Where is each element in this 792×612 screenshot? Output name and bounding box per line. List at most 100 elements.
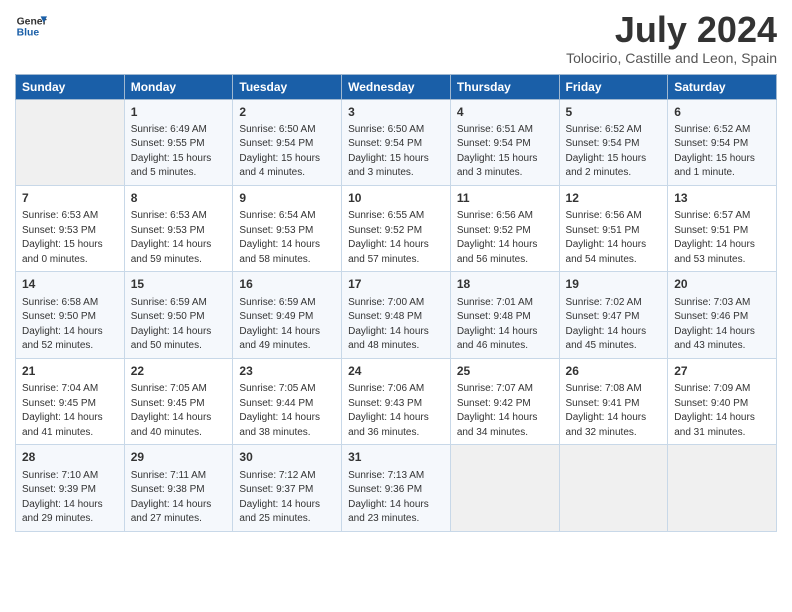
calendar-cell: 20Sunrise: 7:03 AMSunset: 9:46 PMDayligh… bbox=[668, 272, 777, 358]
calendar-week-1: 1 Sunrise: 6:49 AMSunset: 9:55 PMDaylight… bbox=[16, 99, 777, 185]
calendar-cell: 26 Sunrise: 7:08 AMSunset: 9:41 PMDayligh… bbox=[559, 358, 668, 444]
day-info: Sunrise: 6:53 AMSunset: 9:53 PMDaylight:… bbox=[131, 209, 227, 267]
day-info: Sunrise: 6:56 AMSunset: 9:51 PMDaylight:… bbox=[566, 209, 662, 267]
day-header-tuesday: Tuesday bbox=[233, 74, 342, 99]
day-number: 9 bbox=[239, 190, 335, 207]
day-header-thursday: Thursday bbox=[450, 74, 559, 99]
day-info: Sunrise: 6:54 AMSunset: 9:53 PMDaylight:… bbox=[239, 209, 335, 267]
calendar-cell: 14 Sunrise: 6:58 AMSunset: 9:50 PMDayligh… bbox=[16, 272, 125, 358]
calendar-cell: 5 Sunrise: 6:52 AMSunset: 9:54 PMDaylight… bbox=[559, 99, 668, 185]
calendar-cell: 24 Sunrise: 7:06 AMSunset: 9:43 PMDayligh… bbox=[342, 358, 451, 444]
day-number: 19 bbox=[566, 276, 662, 293]
calendar-cell: 28Sunrise: 7:10 AMSunset: 9:39 PMDayligh… bbox=[16, 445, 125, 531]
calendar-cell: 8Sunrise: 6:53 AMSunset: 9:53 PMDaylight… bbox=[124, 185, 233, 271]
calendar-week-3: 14 Sunrise: 6:58 AMSunset: 9:50 PMDayligh… bbox=[16, 272, 777, 358]
day-info: Sunrise: 7:00 AMSunset: 9:48 PMDaylight:… bbox=[348, 296, 444, 354]
day-number: 16 bbox=[239, 276, 335, 293]
day-number: 18 bbox=[457, 276, 553, 293]
calendar-table: SundayMondayTuesdayWednesdayThursdayFrid… bbox=[15, 74, 777, 532]
calendar-cell: 11 Sunrise: 6:56 AMSunset: 9:52 PMDayligh… bbox=[450, 185, 559, 271]
day-info: Sunrise: 6:56 AMSunset: 9:52 PMDaylight:… bbox=[457, 209, 553, 267]
calendar-cell: 17 Sunrise: 7:00 AMSunset: 9:48 PMDayligh… bbox=[342, 272, 451, 358]
calendar-cell: 22 Sunrise: 7:05 AMSunset: 9:45 PMDayligh… bbox=[124, 358, 233, 444]
day-header-friday: Friday bbox=[559, 74, 668, 99]
day-number: 14 bbox=[22, 276, 118, 293]
calendar-cell bbox=[450, 445, 559, 531]
calendar-cell: 16 Sunrise: 6:59 AMSunset: 9:49 PMDayligh… bbox=[233, 272, 342, 358]
day-info: Sunrise: 6:50 AMSunset: 9:54 PMDaylight:… bbox=[348, 123, 444, 181]
day-number: 21 bbox=[22, 363, 118, 380]
logo-icon: General Blue bbox=[15, 10, 47, 42]
calendar-cell: 15 Sunrise: 6:59 AMSunset: 9:50 PMDayligh… bbox=[124, 272, 233, 358]
day-number: 15 bbox=[131, 276, 227, 293]
calendar-cell: 29 Sunrise: 7:11 AMSunset: 9:38 PMDayligh… bbox=[124, 445, 233, 531]
day-number: 27 bbox=[674, 363, 770, 380]
day-info: Sunrise: 6:49 AMSunset: 9:55 PMDaylight:… bbox=[131, 123, 227, 181]
day-info: Sunrise: 6:59 AMSunset: 9:49 PMDaylight:… bbox=[239, 296, 335, 354]
day-number: 2 bbox=[239, 104, 335, 121]
day-number: 11 bbox=[457, 190, 553, 207]
day-number: 12 bbox=[566, 190, 662, 207]
calendar-cell: 23 Sunrise: 7:05 AMSunset: 9:44 PMDayligh… bbox=[233, 358, 342, 444]
calendar-cell: 9 Sunrise: 6:54 AMSunset: 9:53 PMDaylight… bbox=[233, 185, 342, 271]
day-info: Sunrise: 7:01 AMSunset: 9:48 PMDaylight:… bbox=[457, 296, 553, 354]
calendar-week-4: 21Sunrise: 7:04 AMSunset: 9:45 PMDayligh… bbox=[16, 358, 777, 444]
calendar-cell bbox=[559, 445, 668, 531]
day-info: Sunrise: 7:09 AMSunset: 9:40 PMDaylight:… bbox=[674, 382, 770, 440]
day-info: Sunrise: 7:05 AMSunset: 9:45 PMDaylight:… bbox=[131, 382, 227, 440]
day-number: 24 bbox=[348, 363, 444, 380]
day-info: Sunrise: 6:58 AMSunset: 9:50 PMDaylight:… bbox=[22, 296, 118, 354]
day-info: Sunrise: 7:06 AMSunset: 9:43 PMDaylight:… bbox=[348, 382, 444, 440]
calendar-cell bbox=[668, 445, 777, 531]
day-number: 23 bbox=[239, 363, 335, 380]
day-number: 10 bbox=[348, 190, 444, 207]
day-header-saturday: Saturday bbox=[668, 74, 777, 99]
calendar-cell: 13 Sunrise: 6:57 AMSunset: 9:51 PMDayligh… bbox=[668, 185, 777, 271]
day-number: 1 bbox=[131, 104, 227, 121]
calendar-header-row: SundayMondayTuesdayWednesdayThursdayFrid… bbox=[16, 74, 777, 99]
day-info: Sunrise: 7:12 AMSunset: 9:37 PMDaylight:… bbox=[239, 469, 335, 527]
day-info: Sunrise: 6:50 AMSunset: 9:54 PMDaylight:… bbox=[239, 123, 335, 181]
day-info: Sunrise: 7:05 AMSunset: 9:44 PMDaylight:… bbox=[239, 382, 335, 440]
day-header-wednesday: Wednesday bbox=[342, 74, 451, 99]
day-info: Sunrise: 7:02 AMSunset: 9:47 PMDaylight:… bbox=[566, 296, 662, 354]
day-info: Sunrise: 6:51 AMSunset: 9:54 PMDaylight:… bbox=[457, 123, 553, 181]
calendar-cell bbox=[16, 99, 125, 185]
calendar-cell: 3 Sunrise: 6:50 AMSunset: 9:54 PMDaylight… bbox=[342, 99, 451, 185]
calendar-cell: 4 Sunrise: 6:51 AMSunset: 9:54 PMDaylight… bbox=[450, 99, 559, 185]
page-header: General Blue July 2024 Tolocirio, Castil… bbox=[15, 10, 777, 66]
calendar-cell: 10Sunrise: 6:55 AMSunset: 9:52 PMDayligh… bbox=[342, 185, 451, 271]
day-info: Sunrise: 6:57 AMSunset: 9:51 PMDaylight:… bbox=[674, 209, 770, 267]
day-header-monday: Monday bbox=[124, 74, 233, 99]
svg-text:Blue: Blue bbox=[17, 28, 40, 39]
month-title: July 2024 bbox=[566, 10, 777, 50]
day-info: Sunrise: 6:59 AMSunset: 9:50 PMDaylight:… bbox=[131, 296, 227, 354]
calendar-cell: 30 Sunrise: 7:12 AMSunset: 9:37 PMDayligh… bbox=[233, 445, 342, 531]
calendar-cell: 6 Sunrise: 6:52 AMSunset: 9:54 PMDaylight… bbox=[668, 99, 777, 185]
day-info: Sunrise: 7:11 AMSunset: 9:38 PMDaylight:… bbox=[131, 469, 227, 527]
day-info: Sunrise: 6:53 AMSunset: 9:53 PMDaylight:… bbox=[22, 209, 118, 267]
day-number: 29 bbox=[131, 449, 227, 466]
calendar-cell: 25Sunrise: 7:07 AMSunset: 9:42 PMDayligh… bbox=[450, 358, 559, 444]
day-info: Sunrise: 7:08 AMSunset: 9:41 PMDaylight:… bbox=[566, 382, 662, 440]
calendar-week-2: 7 Sunrise: 6:53 AMSunset: 9:53 PMDaylight… bbox=[16, 185, 777, 271]
title-area: July 2024 Tolocirio, Castille and Leon, … bbox=[566, 10, 777, 66]
day-number: 6 bbox=[674, 104, 770, 121]
day-info: Sunrise: 7:13 AMSunset: 9:36 PMDaylight:… bbox=[348, 469, 444, 527]
day-header-sunday: Sunday bbox=[16, 74, 125, 99]
calendar-week-5: 28Sunrise: 7:10 AMSunset: 9:39 PMDayligh… bbox=[16, 445, 777, 531]
day-number: 13 bbox=[674, 190, 770, 207]
day-number: 22 bbox=[131, 363, 227, 380]
day-number: 7 bbox=[22, 190, 118, 207]
day-number: 17 bbox=[348, 276, 444, 293]
day-number: 3 bbox=[348, 104, 444, 121]
calendar-cell: 7 Sunrise: 6:53 AMSunset: 9:53 PMDaylight… bbox=[16, 185, 125, 271]
day-info: Sunrise: 6:52 AMSunset: 9:54 PMDaylight:… bbox=[566, 123, 662, 181]
day-number: 5 bbox=[566, 104, 662, 121]
day-number: 4 bbox=[457, 104, 553, 121]
day-number: 30 bbox=[239, 449, 335, 466]
day-number: 28 bbox=[22, 449, 118, 466]
calendar-cell: 1 Sunrise: 6:49 AMSunset: 9:55 PMDaylight… bbox=[124, 99, 233, 185]
day-info: Sunrise: 6:52 AMSunset: 9:54 PMDaylight:… bbox=[674, 123, 770, 181]
day-number: 26 bbox=[566, 363, 662, 380]
